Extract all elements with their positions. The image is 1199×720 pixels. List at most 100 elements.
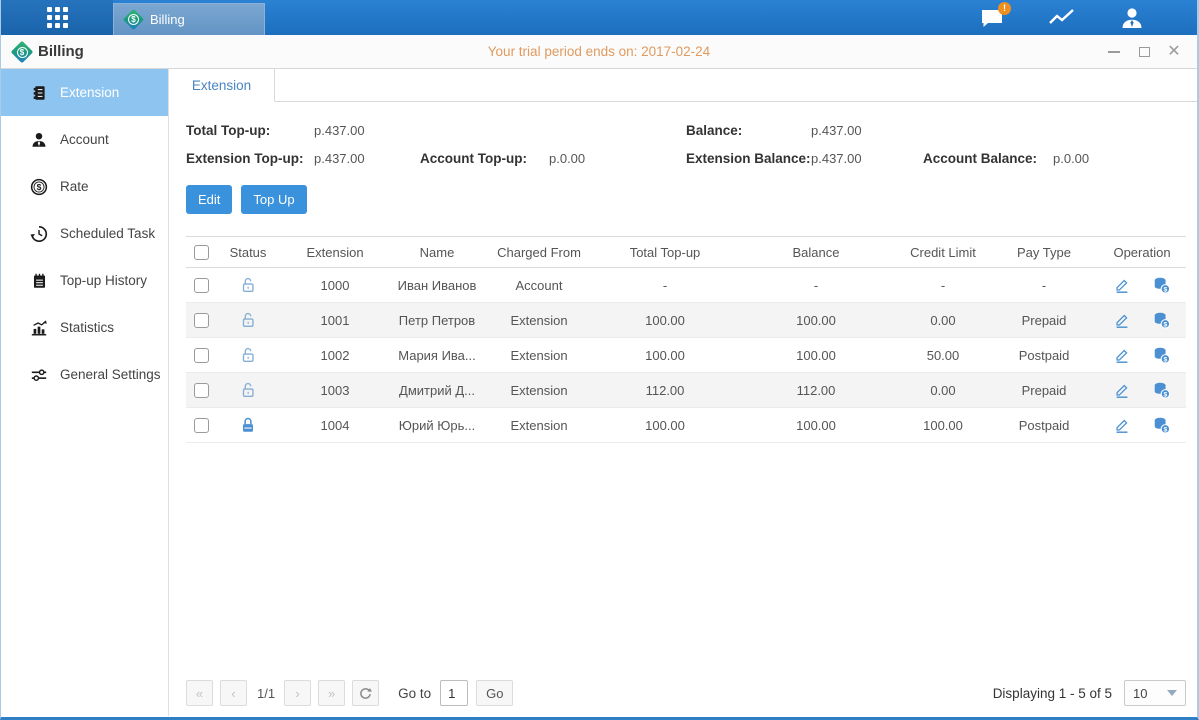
sidebar-item-extension[interactable]: Extension [1, 69, 168, 116]
coin-icon: $ [30, 178, 48, 196]
user-icon[interactable] [1119, 7, 1145, 29]
status-unlocked-icon [239, 311, 257, 329]
page-size-value: 10 [1133, 686, 1147, 701]
status-unlocked-icon [239, 276, 257, 294]
cell-name: Юрий Юрь... [390, 408, 484, 443]
row-checkbox[interactable] [194, 383, 209, 398]
edit-icon[interactable] [1113, 276, 1131, 294]
ledger-icon [30, 84, 48, 102]
cell-pay-type: - [990, 268, 1098, 303]
cell-charged-from: Extension [484, 303, 594, 338]
total-topup-label: Total Top-up: [186, 123, 314, 138]
cell-credit-limit: 0.00 [896, 373, 990, 408]
notification-badge: ! [998, 2, 1011, 15]
edit-icon[interactable] [1113, 416, 1131, 434]
cell-credit-limit: 100.00 [896, 408, 990, 443]
cell-pay-type: Prepaid [990, 373, 1098, 408]
clock-icon [30, 225, 48, 243]
page-size-select[interactable]: 10 [1124, 680, 1186, 706]
extensions-table: Status Extension Name Charged From Total… [186, 236, 1186, 443]
top-up-button[interactable]: Top Up [241, 185, 306, 214]
chevron-down-icon [1167, 690, 1177, 696]
sliders-icon [30, 366, 48, 384]
main-content: Extension Total Top-up: p.437.00 Extensi… [169, 69, 1199, 716]
top-up-icon[interactable]: $ [1152, 416, 1171, 434]
table-row: 1001 Петр Петров Extension 100.00 100.00… [186, 303, 1186, 338]
next-page-button[interactable]: › [284, 680, 311, 706]
cell-charged-from: Extension [484, 408, 594, 443]
last-page-button[interactable]: » [318, 680, 345, 706]
page-indicator: 1/1 [257, 686, 275, 701]
edit-button[interactable]: Edit [186, 185, 232, 214]
top-up-icon[interactable]: $ [1152, 346, 1171, 364]
edit-icon[interactable] [1113, 311, 1131, 329]
refresh-button[interactable] [352, 680, 379, 706]
sidebar-item-topup-history[interactable]: Top-up History [1, 257, 168, 304]
displaying-text: Displaying 1 - 5 of 5 [993, 686, 1112, 701]
svg-text:$: $ [1163, 286, 1167, 293]
account-balance-label: Account Balance: [923, 151, 1053, 166]
cell-name: Дмитрий Д... [390, 373, 484, 408]
cell-extension: 1000 [280, 268, 390, 303]
select-all-checkbox[interactable] [194, 245, 209, 260]
sidebar-item-label: General Settings [60, 367, 161, 382]
goto-page-input[interactable] [440, 680, 468, 706]
billing-title-icon: $ [11, 40, 34, 63]
sidebar-item-scheduled-task[interactable]: Scheduled Task [1, 210, 168, 257]
tab-extension[interactable]: Extension [169, 69, 275, 102]
cell-pay-type: Postpaid [990, 338, 1098, 373]
cell-total-topup: - [594, 268, 736, 303]
activity-chart-icon[interactable] [1049, 7, 1075, 29]
cell-pay-type: Postpaid [990, 408, 1098, 443]
sidebar-item-label: Scheduled Task [60, 226, 155, 241]
tabstrip: Extension [169, 69, 1199, 102]
top-up-icon[interactable]: $ [1152, 311, 1171, 329]
chart-bars-icon [30, 319, 48, 337]
maximize-button[interactable] [1137, 45, 1151, 59]
balance-value: p.437.00 [811, 123, 862, 138]
minimize-button[interactable] [1107, 45, 1121, 59]
sidebar-item-rate[interactable]: $ Rate [1, 163, 168, 210]
go-button[interactable]: Go [476, 680, 513, 706]
sidebar-item-general-settings[interactable]: General Settings [1, 351, 168, 398]
notepad-icon [30, 272, 48, 290]
row-checkbox[interactable] [194, 418, 209, 433]
col-name: Name [390, 237, 484, 268]
cell-total-topup: 100.00 [594, 303, 736, 338]
sidebar-item-label: Rate [60, 179, 89, 194]
table-row: 1003 Дмитрий Д... Extension 112.00 112.0… [186, 373, 1186, 408]
svg-text:$: $ [37, 182, 42, 192]
cell-credit-limit: 50.00 [896, 338, 990, 373]
top-up-icon[interactable]: $ [1152, 381, 1171, 399]
cell-total-topup: 100.00 [594, 408, 736, 443]
summary-panel: Total Top-up: p.437.00 Extension Top-up:… [169, 102, 1199, 179]
extension-balance-label: Extension Balance: [686, 151, 811, 166]
account-topup-value: p.0.00 [549, 151, 585, 166]
cell-credit-limit: - [896, 268, 990, 303]
edit-icon[interactable] [1113, 381, 1131, 399]
topbar-tab-billing[interactable]: $ Billing [113, 3, 265, 35]
app-grid-icon[interactable] [47, 7, 68, 28]
svg-text:$: $ [1163, 321, 1167, 328]
edit-icon[interactable] [1113, 346, 1131, 364]
summary-right: Balance: p.437.00 Extension Balance: p.4… [686, 123, 1186, 179]
first-page-button[interactable]: « [186, 680, 213, 706]
close-button[interactable]: ✕ [1167, 45, 1181, 59]
sidebar-item-statistics[interactable]: Statistics [1, 304, 168, 351]
svg-text:$: $ [1163, 426, 1167, 433]
row-checkbox[interactable] [194, 313, 209, 328]
row-checkbox[interactable] [194, 278, 209, 293]
cell-name: Иван Иванов [390, 268, 484, 303]
topbar-tab-label: Billing [150, 12, 185, 27]
col-credit-limit: Credit Limit [896, 237, 990, 268]
svg-text:$: $ [1163, 391, 1167, 398]
prev-page-button[interactable]: ‹ [220, 680, 247, 706]
status-locked-icon [239, 416, 257, 434]
extension-topup-value: p.437.00 [314, 151, 420, 166]
sidebar-item-label: Statistics [60, 320, 114, 335]
row-checkbox[interactable] [194, 348, 209, 363]
sidebar-item-account[interactable]: Account [1, 116, 168, 163]
messages-icon[interactable]: ! [979, 7, 1005, 29]
cell-balance: 100.00 [736, 303, 896, 338]
top-up-icon[interactable]: $ [1152, 276, 1171, 294]
